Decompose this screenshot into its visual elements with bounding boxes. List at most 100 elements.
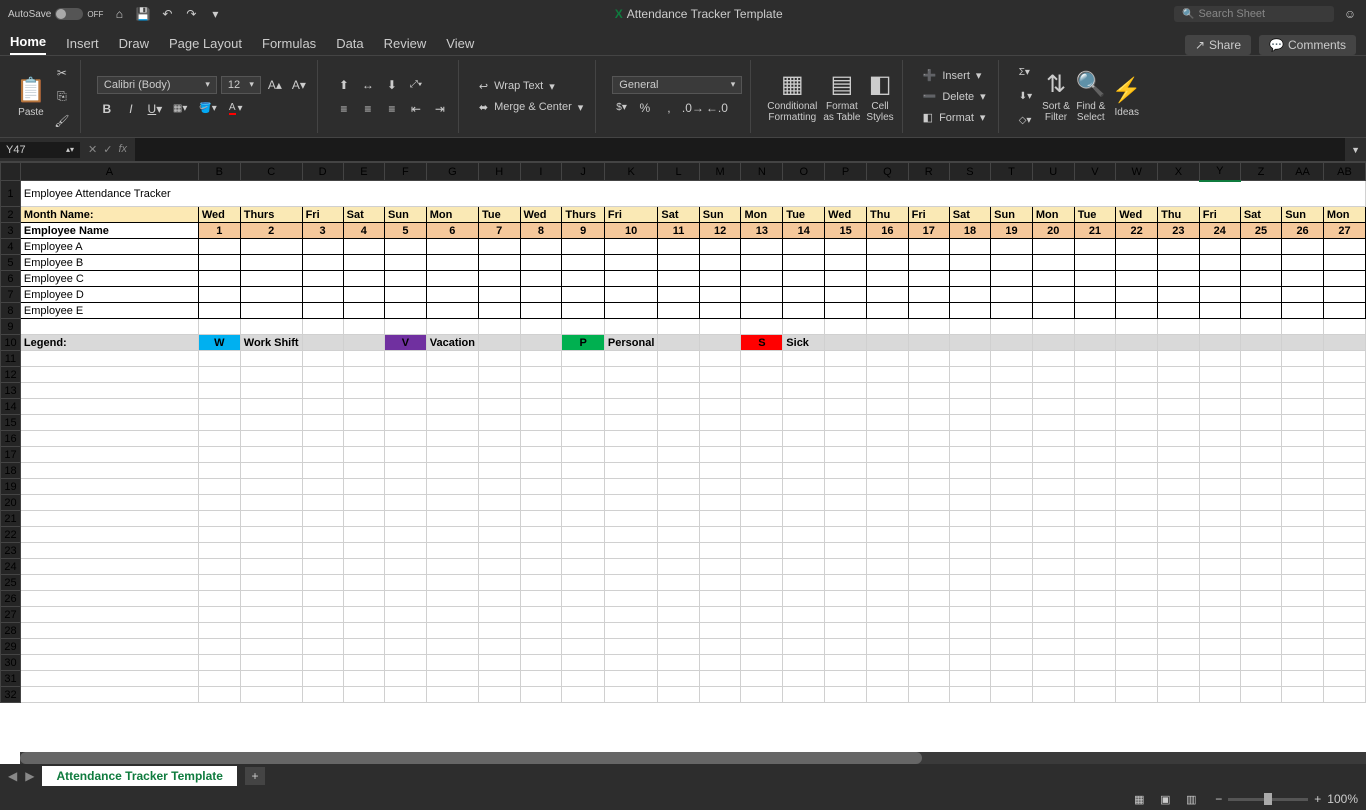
attendance-cell[interactable] — [198, 239, 240, 255]
grid-cell[interactable] — [1032, 383, 1074, 399]
column-header[interactable]: AA — [1282, 163, 1324, 181]
grid-cell[interactable] — [991, 399, 1033, 415]
grid-cell[interactable] — [1116, 639, 1158, 655]
grid-cell[interactable] — [198, 543, 240, 559]
grid-cell[interactable] — [867, 495, 909, 511]
day-header-cell[interactable]: Wed — [198, 207, 240, 223]
grid-cell[interactable] — [20, 639, 198, 655]
grid-cell[interactable] — [783, 447, 825, 463]
decrease-indent-icon[interactable]: ⇤ — [406, 99, 426, 119]
grid-cell[interactable] — [1240, 431, 1281, 447]
grid-cell[interactable] — [20, 687, 198, 703]
date-number-cell[interactable]: 16 — [867, 223, 909, 239]
grid-cell[interactable] — [20, 495, 198, 511]
grid-cell[interactable] — [562, 623, 605, 639]
grid-cell[interactable] — [520, 559, 562, 575]
select-all-corner[interactable] — [1, 163, 21, 181]
grid-cell[interactable] — [426, 511, 478, 527]
grid-cell[interactable] — [343, 399, 384, 415]
grid-cell[interactable] — [1240, 463, 1281, 479]
grid-cell[interactable] — [198, 639, 240, 655]
grid-cell[interactable] — [1158, 479, 1200, 495]
attendance-cell[interactable] — [867, 303, 909, 319]
grid-cell[interactable] — [426, 431, 478, 447]
grid-cell[interactable] — [385, 607, 427, 623]
grid-cell[interactable] — [20, 591, 198, 607]
grid-cell[interactable] — [991, 383, 1033, 399]
grid-cell[interactable] — [1282, 447, 1324, 463]
grid-cell[interactable] — [1116, 335, 1158, 351]
grid-cell[interactable] — [1282, 543, 1324, 559]
grid-cell[interactable] — [1240, 655, 1281, 671]
grid-cell[interactable] — [699, 623, 741, 639]
grid-cell[interactable] — [1240, 447, 1281, 463]
grid-cell[interactable] — [1032, 527, 1074, 543]
grid-cell[interactable] — [562, 575, 605, 591]
grid-cell[interactable] — [867, 431, 909, 447]
grid-cell[interactable] — [562, 447, 605, 463]
grid-cell[interactable] — [1199, 367, 1240, 383]
grid-cell[interactable] — [991, 559, 1033, 575]
employee-name-cell[interactable]: Employee E — [20, 303, 198, 319]
attendance-cell[interactable] — [1074, 255, 1116, 271]
grid-cell[interactable] — [949, 527, 990, 543]
grid-cell[interactable] — [658, 463, 699, 479]
date-number-cell[interactable]: 26 — [1282, 223, 1324, 239]
grid-cell[interactable] — [1199, 431, 1240, 447]
grid-cell[interactable] — [385, 463, 427, 479]
attendance-cell[interactable] — [343, 239, 384, 255]
grid-cell[interactable] — [783, 687, 825, 703]
find-select-button[interactable]: 🔍Find & Select — [1076, 70, 1106, 123]
grid-cell[interactable] — [867, 319, 909, 335]
grid-cell[interactable] — [741, 655, 783, 671]
grid-cell[interactable] — [1282, 671, 1324, 687]
grid-cell[interactable] — [198, 511, 240, 527]
grid-cell[interactable] — [520, 591, 562, 607]
attendance-cell[interactable] — [741, 255, 783, 271]
date-number-cell[interactable]: 13 — [741, 223, 783, 239]
grid-cell[interactable] — [302, 607, 343, 623]
grid-cell[interactable] — [240, 479, 302, 495]
day-header-cell[interactable]: Thu — [867, 207, 909, 223]
grid-cell[interactable] — [1158, 399, 1200, 415]
attendance-cell[interactable] — [1032, 303, 1074, 319]
attendance-cell[interactable] — [658, 239, 699, 255]
grid-cell[interactable] — [520, 447, 562, 463]
grid-cell[interactable] — [240, 687, 302, 703]
grid-cell[interactable] — [385, 543, 427, 559]
attendance-cell[interactable] — [658, 271, 699, 287]
attendance-cell[interactable] — [908, 239, 949, 255]
attendance-cell[interactable] — [741, 271, 783, 287]
legend-code-cell[interactable]: P — [562, 335, 605, 351]
grid-cell[interactable] — [385, 671, 427, 687]
grid-cell[interactable] — [1032, 559, 1074, 575]
grid-cell[interactable] — [343, 527, 384, 543]
font-name-select[interactable]: Calibri (Body) — [97, 76, 217, 94]
grid-cell[interactable] — [1323, 495, 1365, 511]
grid-cell[interactable] — [520, 399, 562, 415]
grid-cell[interactable] — [302, 511, 343, 527]
grid-cell[interactable] — [604, 527, 657, 543]
sheet-tab[interactable]: Attendance Tracker Template — [42, 766, 237, 786]
tab-view[interactable]: View — [446, 32, 474, 55]
grid-cell[interactable] — [908, 527, 949, 543]
grid-cell[interactable] — [991, 591, 1033, 607]
column-header[interactable]: N — [741, 163, 783, 181]
grid-cell[interactable] — [949, 367, 990, 383]
grid-cell[interactable] — [562, 639, 605, 655]
attendance-cell[interactable] — [240, 255, 302, 271]
comma-icon[interactable]: , — [659, 98, 679, 118]
grid-cell[interactable] — [699, 559, 741, 575]
grid-cell[interactable] — [991, 543, 1033, 559]
grid-cell[interactable] — [1116, 367, 1158, 383]
grid-cell[interactable] — [699, 383, 741, 399]
grid-cell[interactable] — [520, 687, 562, 703]
attendance-cell[interactable] — [699, 303, 741, 319]
grid-cell[interactable] — [562, 543, 605, 559]
employee-name-cell[interactable]: Employee B — [20, 255, 198, 271]
grid-cell[interactable] — [198, 447, 240, 463]
attendance-cell[interactable] — [520, 287, 562, 303]
grid-cell[interactable] — [198, 319, 240, 335]
grid-cell[interactable] — [825, 671, 867, 687]
attendance-cell[interactable] — [343, 271, 384, 287]
